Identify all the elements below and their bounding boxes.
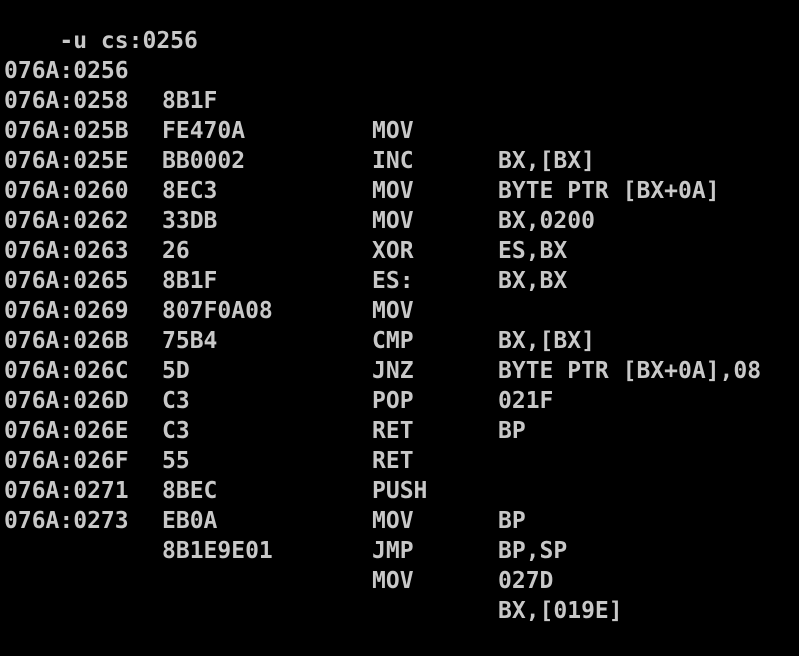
listing-row: 076A:025B BB0002 MOV BX,0200 [4, 86, 595, 234]
mnemonic: RET [372, 448, 414, 474]
mnemonic: MOV [372, 508, 414, 534]
mnemonic: MOV [372, 298, 414, 324]
machine-bytes: 33DB [162, 208, 218, 234]
listing-row: 076A:0260 33DB XOR BX,BX [4, 146, 567, 294]
listing-row: 076A:0273 8B1E9E01 MOV BX,[019E] [4, 476, 623, 624]
operands: BX,BX [498, 268, 568, 294]
mnemonic: POP [372, 388, 414, 414]
machine-bytes: C3 [162, 418, 190, 444]
listing-row: 076A:0271 EB0A JMP 027D [4, 446, 553, 594]
listing-row: 076A:025E 8EC3 MOV ES,BX [4, 116, 567, 264]
listing-row: 076A:026B 5D POP BP [4, 296, 526, 444]
command-line: -u cs:0256 [4, 0, 197, 54]
mnemonic: MOV [372, 178, 414, 204]
operands: BX,[BX] [498, 328, 595, 354]
mnemonic: MOV [372, 208, 414, 234]
operands: BP,SP [498, 538, 568, 564]
mnemonic: MOV [372, 568, 414, 594]
machine-bytes: 55 [162, 448, 190, 474]
address: 076A:0273 [4, 508, 129, 534]
operands: BP [498, 508, 526, 534]
machine-bytes: FE470A [162, 118, 246, 144]
mnemonic: CMP [372, 328, 414, 354]
mnemonic: PUSH [372, 478, 428, 504]
listing-row: 076A:0262 26 ES: [4, 176, 414, 294]
listing-row: 076A:0269 75B4 JNZ 021F [4, 266, 553, 414]
mnemonic: JMP [372, 538, 414, 564]
listing-row: 076A:0256 8B1F MOV BX,[BX] [4, 26, 595, 174]
mnemonic: JNZ [372, 358, 414, 384]
machine-bytes: C3 [162, 388, 190, 414]
machine-bytes: BB0002 [162, 148, 246, 174]
machine-bytes: 8BEC [162, 478, 218, 504]
operands: BX,[BX] [498, 148, 595, 174]
listing-row: 076A:0265 807F0A08 CMP BYTE PTR [BX+0A],… [4, 236, 761, 384]
mnemonic: XOR [372, 238, 414, 264]
operands: BX,[019E] [498, 598, 623, 624]
listing-row: 076A:0258 FE470A INC BYTE PTR [BX+0A] [4, 56, 720, 204]
operands: BYTE PTR [BX+0A] [498, 178, 720, 204]
machine-bytes: 8B1E9E01 [162, 538, 273, 564]
listing-row: 076A:026C C3 RET [4, 326, 414, 444]
mnemonic: ES: [372, 268, 414, 294]
operands: ES,BX [498, 238, 568, 264]
machine-bytes: 8B1F [162, 268, 218, 294]
operands: 027D [498, 568, 554, 594]
operands: BYTE PTR [BX+0A],08 [498, 358, 762, 384]
mnemonic: RET [372, 418, 414, 444]
machine-bytes: 807F0A08 [162, 298, 273, 324]
machine-bytes: 8B1F [162, 88, 218, 114]
machine-bytes: 8EC3 [162, 178, 218, 204]
machine-bytes: 26 [162, 238, 190, 264]
machine-bytes: 75B4 [162, 328, 218, 354]
operands: 021F [498, 388, 554, 414]
command-text: -u cs:0256 [59, 28, 198, 54]
machine-bytes: EB0A [162, 508, 218, 534]
mnemonic: MOV [372, 118, 414, 144]
mnemonic: INC [372, 148, 414, 174]
listing-row: 076A:026D C3 RET [4, 356, 414, 474]
operands: BX,0200 [498, 208, 595, 234]
listing-row: 076A:026F 8BEC MOV BP,SP [4, 416, 567, 564]
listing-row: 076A:026E 55 PUSH BP [4, 386, 526, 534]
operands: BP [498, 418, 526, 444]
debug-console[interactable]: -u cs:0256 076A:0256 8B1F MOV BX,[BX] 07… [0, 0, 799, 624]
listing-row: 076A:0263 8B1F MOV BX,[BX] [4, 206, 595, 354]
machine-bytes: 5D [162, 358, 190, 384]
